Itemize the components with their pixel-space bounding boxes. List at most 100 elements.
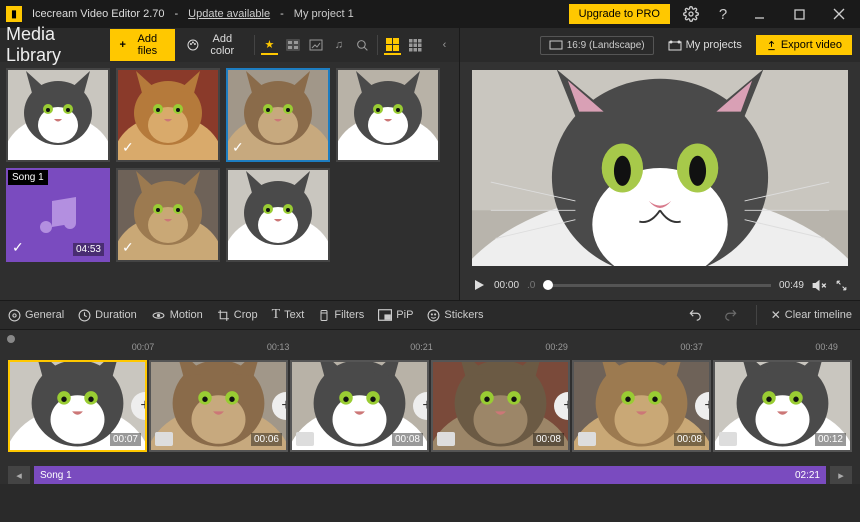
preview-video[interactable] [472,70,848,266]
collapse-icon[interactable]: ‹ [436,35,453,55]
palette-icon [187,38,199,52]
library-item[interactable]: ✓ [116,68,220,162]
timeline-audio-track: ◂ Song 1 02:21 ▸ [8,466,852,484]
transition-icon[interactable] [719,432,737,446]
media-library-title: Media Library [6,24,100,66]
timeline-clip[interactable]: +00:07 [8,360,147,452]
check-icon: ✓ [12,239,24,256]
titlebar: ▮ Icecream Video Editor 2.70 - Update av… [0,0,860,28]
tool-duration[interactable]: Duration [78,309,137,322]
transition-icon[interactable] [155,432,173,446]
check-icon: ✓ [342,139,354,156]
timeline-clip[interactable]: +00:08 [431,360,570,452]
audio-clip-label: Song 1 [40,470,72,481]
add-color-button[interactable]: Add color [181,29,248,61]
add-color-label: Add color [203,33,242,57]
aspect-ratio-label: 16:9 (Landscape) [567,40,645,51]
timeline-clip[interactable]: +00:08 [572,360,711,452]
audio-clip-duration: 02:21 [795,470,820,481]
library-item[interactable]: ✓ [226,168,330,262]
edit-toolbar: General Duration Motion Crop TText Filte… [0,300,860,330]
fullscreen-icon[interactable] [835,279,848,292]
export-label: Export video [781,39,842,51]
music-icon [34,191,82,239]
media-library-panel: Media Library +Add files Add color ★ ♫ ‹ [0,28,460,300]
clip-duration: 00:08 [533,433,564,446]
close-button[interactable] [824,2,854,26]
clip-duration: 00:08 [674,433,705,446]
ruler-tick: 00:37 [680,342,703,352]
clip-duration: 00:08 [392,433,423,446]
undo-button[interactable] [684,304,706,326]
audio-clip[interactable]: Song 1 02:21 [34,466,826,484]
library-item[interactable]: ✓ [116,168,220,262]
view-large-icon[interactable] [384,35,401,55]
app-name: Icecream Video Editor 2.70 [32,8,164,20]
time-current: 00:00 [494,280,519,291]
clip-duration: 00:12 [815,433,846,446]
export-icon [766,40,777,51]
tool-pip[interactable]: PiP [378,309,413,321]
app-logo: ▮ [6,6,22,22]
projects-icon [668,39,682,51]
check-icon: ✓ [122,239,134,256]
library-item[interactable]: ✓ [226,68,330,162]
ruler-tick: 00:49 [815,342,838,352]
ruler-tick: 00:29 [545,342,568,352]
update-link[interactable]: Update available [188,8,270,20]
view-small-icon[interactable] [407,35,424,55]
ruler-tick: 00:13 [267,342,290,352]
timeline-panel: 00:0700:1300:2100:2900:3700:49 +00:07 +0… [0,330,860,484]
add-files-label: Add files [130,33,165,57]
timeline-clip[interactable]: 00:12 [713,360,852,452]
audio-next-icon[interactable]: ▸ [830,466,852,484]
library-item[interactable]: ✓ [336,68,440,162]
project-name: My project 1 [294,8,354,20]
check-icon: ✓ [232,239,244,256]
export-button[interactable]: Export video [756,35,852,55]
my-projects-button[interactable]: My projects [662,35,748,55]
library-item[interactable]: ✓ [6,68,110,162]
playhead-icon[interactable] [8,334,852,342]
clip-duration: 00:07 [110,433,141,446]
timeline-ruler[interactable]: 00:0700:1300:2100:2900:3700:49 [8,342,852,360]
filter-audio-icon[interactable]: ♫ [330,35,347,55]
settings-icon[interactable] [680,3,702,25]
maximize-button[interactable] [784,2,814,26]
filter-star-icon[interactable]: ★ [261,35,278,55]
transition-icon[interactable] [437,432,455,446]
filter-image-icon[interactable] [307,35,324,55]
preview-panel: 16:9 (Landscape) My projects Export vide… [460,28,860,300]
mute-icon[interactable] [812,278,827,293]
aspect-ratio-button[interactable]: 16:9 (Landscape) [540,36,654,55]
transition-icon[interactable] [578,432,596,446]
clear-timeline-button[interactable]: ✕Clear timeline [771,308,852,322]
minimize-button[interactable] [744,2,774,26]
upgrade-label: Upgrade to PRO [579,8,660,20]
ruler-tick: 00:07 [132,342,155,352]
check-icon: ✓ [12,139,24,156]
check-icon: ✓ [232,139,244,156]
transition-icon[interactable] [296,432,314,446]
clip-duration: 00:06 [251,433,282,446]
redo-button[interactable] [720,304,742,326]
my-projects-label: My projects [686,39,742,51]
tool-stickers[interactable]: Stickers [427,309,483,322]
tool-crop[interactable]: Crop [217,309,258,322]
tool-filters[interactable]: Filters [318,309,364,322]
timeline-clip[interactable]: +00:06 [149,360,288,452]
audio-prev-icon[interactable]: ◂ [8,466,30,484]
add-files-button[interactable]: +Add files [110,29,175,61]
library-item[interactable]: Song 1 ✓ 04:53 [6,168,110,262]
seek-slider[interactable] [543,284,771,287]
timeline-clip[interactable]: +00:08 [290,360,429,452]
tool-text[interactable]: TText [272,307,305,323]
upgrade-button[interactable]: Upgrade to PRO [569,4,670,24]
search-icon[interactable] [354,35,371,55]
play-button[interactable] [472,278,486,292]
tool-general[interactable]: General [8,309,64,322]
tool-motion[interactable]: Motion [151,309,203,322]
help-icon[interactable]: ? [712,3,734,25]
filter-video-icon[interactable] [284,35,301,55]
check-icon: ✓ [122,139,134,156]
